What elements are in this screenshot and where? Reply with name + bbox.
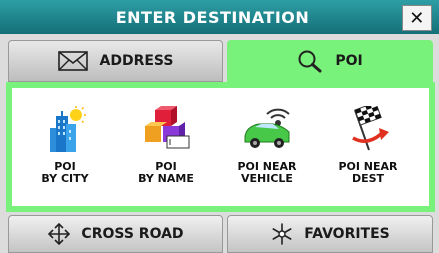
close-icon: ✕ <box>409 7 425 29</box>
blocks-icon <box>140 106 192 152</box>
poi-near-vehicle-label: POI NEAR VEHICLE <box>237 161 296 185</box>
poi-by-city-label: POI BY CITY <box>41 161 88 185</box>
poi-by-name-label: POI BY NAME <box>138 161 194 185</box>
cross-road-button[interactable]: CROSS ROAD <box>8 215 223 253</box>
poi-by-city-button[interactable]: POI BY CITY <box>20 106 110 196</box>
title-bar: ENTER DESTINATION ✕ <box>0 0 439 34</box>
poi-by-city-line2: BY CITY <box>41 172 89 185</box>
tab-poi-label: POI <box>335 53 363 69</box>
crossroads-arrows-icon <box>47 222 71 246</box>
favorites-label: FAVORITES <box>304 226 390 242</box>
page-title: ENTER DESTINATION <box>115 7 310 27</box>
poi-by-name-button[interactable]: POI BY NAME <box>121 106 211 196</box>
tab-address[interactable]: ADDRESS <box>8 40 223 82</box>
city-buildings-icon <box>39 106 91 152</box>
poi-near-vehicle-button[interactable]: POI NEAR VEHICLE <box>222 106 312 196</box>
tab-address-label: ADDRESS <box>99 53 174 69</box>
cross-road-label: CROSS ROAD <box>81 226 184 242</box>
tab-poi[interactable]: POI <box>227 40 433 82</box>
poi-near-dest-label: POI NEAR DEST <box>338 161 397 185</box>
envelope-icon <box>57 51 88 71</box>
magnifier-icon <box>297 49 323 73</box>
poi-near-dest-button[interactable]: POI NEAR DEST <box>323 106 413 196</box>
car-signal-icon <box>241 106 293 152</box>
poi-near-dest-line2: DEST <box>351 172 385 185</box>
poi-options-panel: POI BY CITY POI BY NAME POI NEAR VEHICLE… <box>6 82 435 212</box>
close-button[interactable]: ✕ <box>402 5 432 31</box>
favorites-button[interactable]: FAVORITES <box>227 215 433 253</box>
poi-near-vehicle-line2: VEHICLE <box>241 172 293 185</box>
poi-by-name-line2: BY NAME <box>138 172 194 185</box>
checkered-flag-icon <box>342 106 394 152</box>
favorites-star-icon <box>270 222 294 246</box>
